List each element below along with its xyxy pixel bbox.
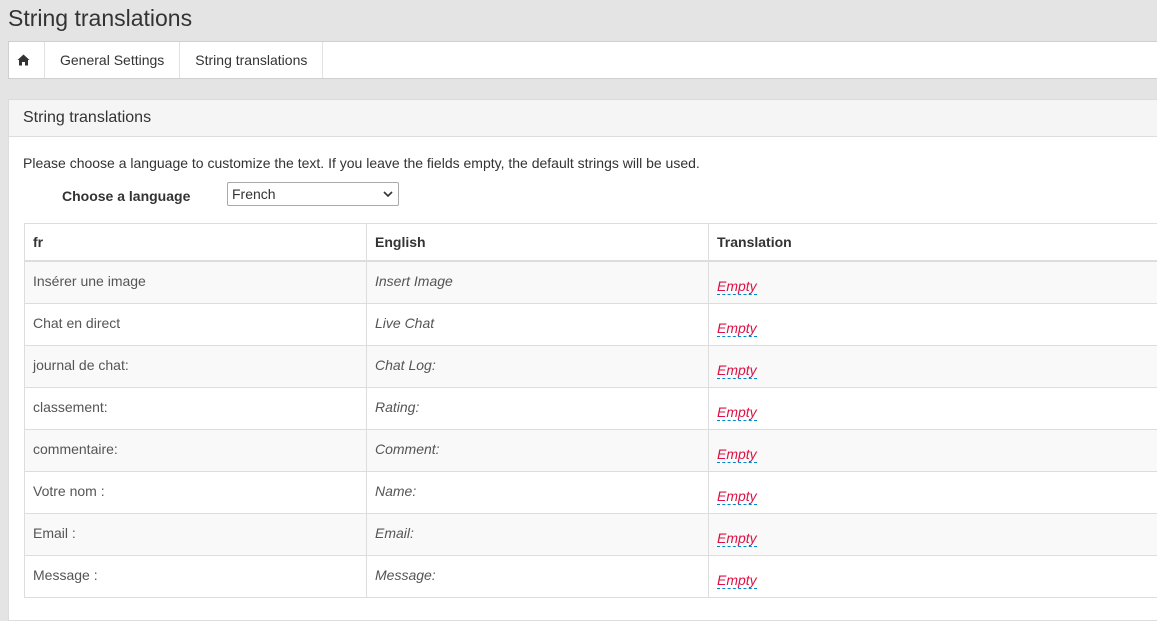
fr-cell: Chat en direct [25, 303, 367, 345]
english-cell: Message: [367, 555, 709, 597]
english-cell: Insert Image [367, 261, 709, 303]
english-cell: Comment: [367, 429, 709, 471]
fr-cell: Email : [25, 513, 367, 555]
english-cell: Rating: [367, 387, 709, 429]
breadcrumb-home[interactable] [9, 42, 45, 78]
edit-translation-link[interactable]: Empty [717, 488, 757, 505]
english-cell: Chat Log: [367, 345, 709, 387]
table-row: Email : Email: Empty [25, 513, 1157, 555]
translation-cell: Empty [709, 261, 1157, 303]
translation-cell: Empty [709, 471, 1157, 513]
language-label: Choose a language [62, 184, 227, 204]
edit-translation-link[interactable]: Empty [717, 446, 757, 463]
home-icon [17, 54, 30, 66]
fr-cell: commentaire: [25, 429, 367, 471]
table-row: Votre nom : Name: Empty [25, 471, 1157, 513]
language-select-value: French [232, 186, 276, 202]
edit-translation-link[interactable]: Empty [717, 572, 757, 589]
english-cell: Name: [367, 471, 709, 513]
table-row: classement: Rating: Empty [25, 387, 1157, 429]
fr-cell: Votre nom : [25, 471, 367, 513]
translations-table: fr English Translation Insérer une image… [24, 223, 1157, 598]
language-select[interactable]: French [227, 182, 399, 206]
edit-translation-link[interactable]: Empty [717, 278, 757, 295]
intro-text: Please choose a language to customize th… [23, 155, 700, 171]
table-row: Insérer une image Insert Image Empty [25, 261, 1157, 303]
string-translations-panel: String translations Please choose a lang… [8, 99, 1157, 621]
edit-translation-link[interactable]: Empty [717, 404, 757, 421]
translation-cell: Empty [709, 387, 1157, 429]
translation-cell: Empty [709, 555, 1157, 597]
chevron-down-icon [383, 191, 393, 198]
column-header-translation: Translation [709, 224, 1157, 262]
translation-cell: Empty [709, 303, 1157, 345]
fr-cell: Insérer une image [25, 261, 367, 303]
page-title: String translations [8, 4, 192, 32]
edit-translation-link[interactable]: Empty [717, 320, 757, 337]
edit-translation-link[interactable]: Empty [717, 362, 757, 379]
column-header-english: English [367, 224, 709, 262]
translation-cell: Empty [709, 429, 1157, 471]
breadcrumb: General Settings String translations [8, 41, 1157, 79]
english-cell: Live Chat [367, 303, 709, 345]
translation-cell: Empty [709, 345, 1157, 387]
table-row: commentaire: Comment: Empty [25, 429, 1157, 471]
fr-cell: journal de chat: [25, 345, 367, 387]
english-cell: Email: [367, 513, 709, 555]
column-header-fr: fr [25, 224, 367, 262]
table-row: journal de chat: Chat Log: Empty [25, 345, 1157, 387]
language-row: Choose a language French [62, 182, 399, 206]
edit-translation-link[interactable]: Empty [717, 530, 757, 547]
breadcrumb-string-translations[interactable]: String translations [180, 42, 323, 78]
fr-cell: Message : [25, 555, 367, 597]
translation-cell: Empty [709, 513, 1157, 555]
panel-title: String translations [9, 100, 1157, 137]
breadcrumb-general-settings[interactable]: General Settings [45, 42, 180, 78]
table-row: Chat en direct Live Chat Empty [25, 303, 1157, 345]
fr-cell: classement: [25, 387, 367, 429]
table-header-row: fr English Translation [25, 224, 1157, 262]
table-row: Message : Message: Empty [25, 555, 1157, 597]
